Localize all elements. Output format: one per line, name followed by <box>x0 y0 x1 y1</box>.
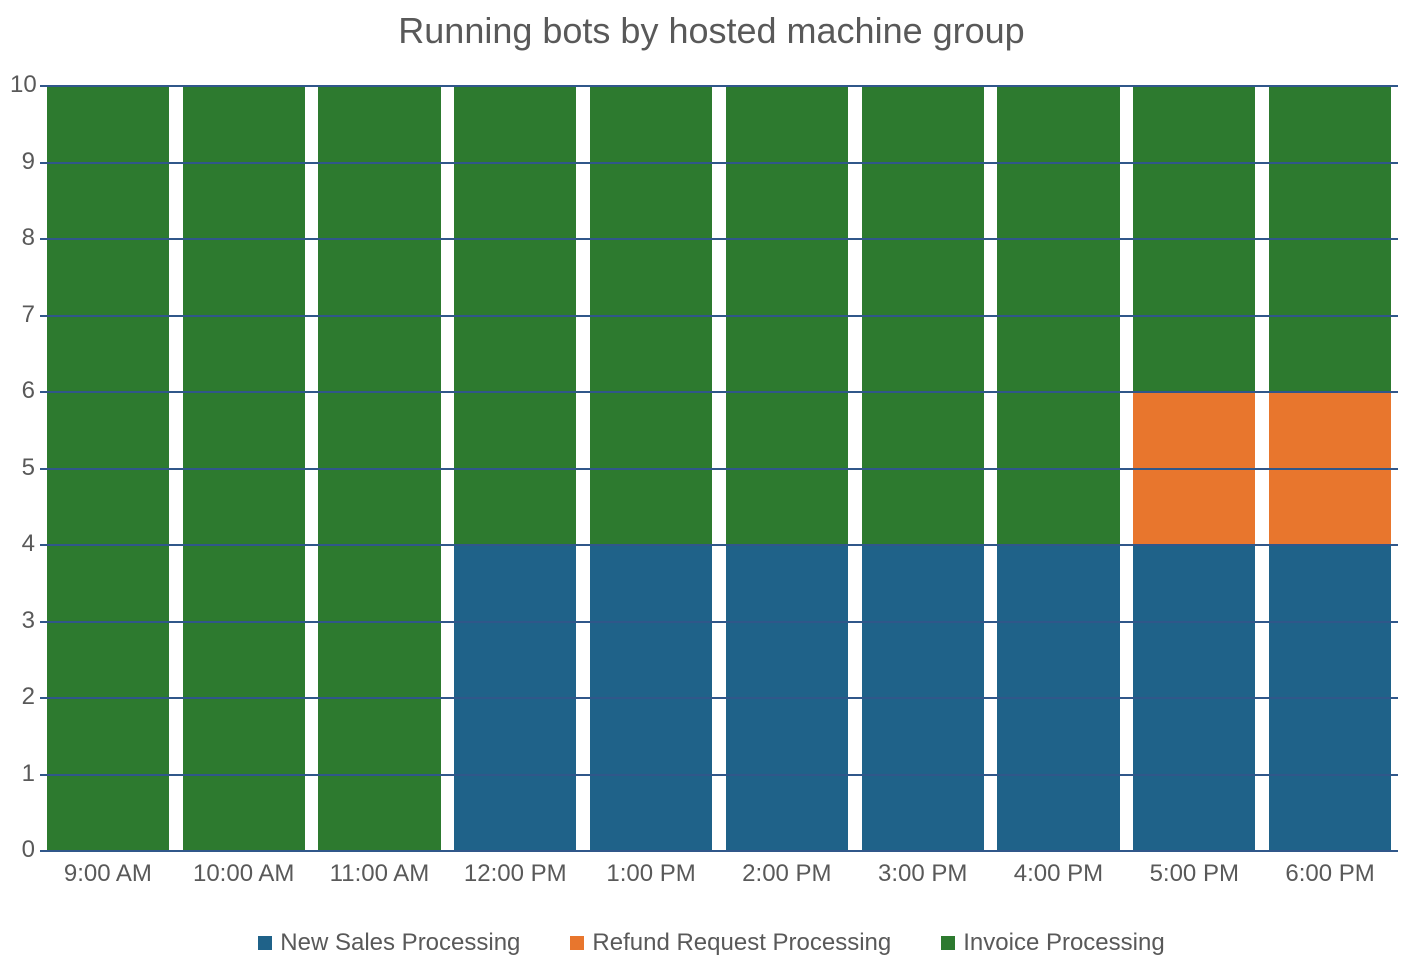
x-tick-label: 3:00 PM <box>862 860 984 888</box>
gridline <box>40 238 1398 240</box>
legend-item: New Sales Processing <box>258 929 520 957</box>
y-tick-label: 2 <box>10 683 35 711</box>
y-tick-label: 4 <box>10 530 35 558</box>
gridline <box>40 162 1398 164</box>
x-tick-label: 1:00 PM <box>590 860 712 888</box>
legend-swatch <box>941 936 955 950</box>
y-tick-label: 5 <box>10 454 35 482</box>
x-tick-label: 12:00 PM <box>454 860 576 888</box>
y-tick-label: 3 <box>10 607 35 635</box>
y-tick-label: 0 <box>10 836 35 864</box>
gridline <box>40 850 1398 852</box>
legend-label: New Sales Processing <box>280 929 520 957</box>
x-tick-label: 5:00 PM <box>1133 860 1255 888</box>
y-tick-label: 9 <box>10 148 35 176</box>
y-tick-label: 1 <box>10 760 35 788</box>
legend-label: Invoice Processing <box>963 929 1164 957</box>
gridline <box>40 621 1398 623</box>
y-tick-label: 7 <box>10 301 35 329</box>
x-tick-label: 4:00 PM <box>997 860 1119 888</box>
gridline <box>40 544 1398 546</box>
gridline <box>40 391 1398 393</box>
chart-title: Running bots by hosted machine group <box>0 10 1423 52</box>
gridline <box>40 85 1398 87</box>
gridline <box>40 468 1398 470</box>
x-axis-labels: 9:00 AM 10:00 AM 11:00 AM 12:00 PM 1:00 PM 2:… <box>40 860 1398 888</box>
y-tick-label: 6 <box>10 377 35 405</box>
legend-label: Refund Request Processing <box>592 929 891 957</box>
gridline <box>40 315 1398 317</box>
gridline <box>40 697 1398 699</box>
y-tick-label: 8 <box>10 224 35 252</box>
legend-swatch <box>570 936 584 950</box>
x-tick-label: 10:00 AM <box>183 860 305 888</box>
y-tick-label: 10 <box>10 71 35 99</box>
gridline <box>40 774 1398 776</box>
plot-area: 012345678910 <box>40 85 1398 850</box>
legend-item: Refund Request Processing <box>570 929 891 957</box>
legend-swatch <box>258 936 272 950</box>
x-tick-label: 2:00 PM <box>726 860 848 888</box>
x-tick-label: 9:00 AM <box>47 860 169 888</box>
x-tick-label: 11:00 AM <box>318 860 440 888</box>
stacked-bar-chart: Running bots by hosted machine group 012… <box>0 0 1423 967</box>
legend-item: Invoice Processing <box>941 929 1164 957</box>
legend: New Sales Processing Refund Request Proce… <box>0 929 1423 957</box>
x-tick-label: 6:00 PM <box>1269 860 1391 888</box>
